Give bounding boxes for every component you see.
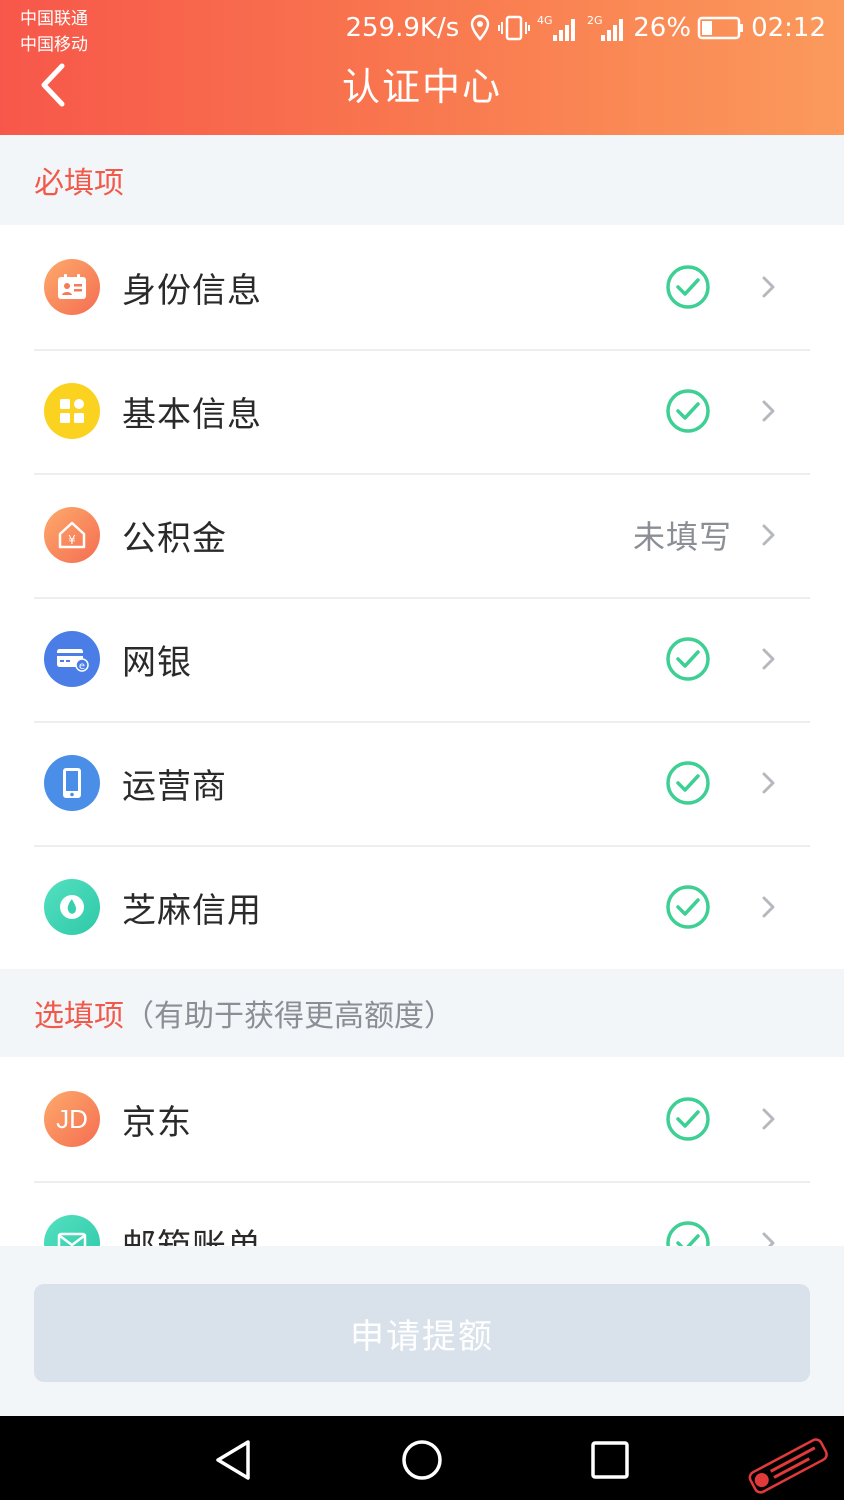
nav-home-icon[interactable]	[398, 1436, 446, 1484]
house-yuan-icon: ¥	[44, 507, 100, 563]
list-item-label: 身份信息	[122, 270, 262, 311]
vibrate-icon	[497, 14, 531, 42]
chevron-right-icon	[762, 1232, 775, 1246]
chevron-right-icon	[762, 1108, 775, 1130]
chevron-right-icon	[762, 648, 775, 670]
svg-text:e: e	[79, 661, 85, 672]
check-circle-icon	[666, 265, 710, 309]
required-section-header: 必填项	[0, 135, 844, 225]
phone-icon	[44, 755, 100, 811]
system-nav-bar	[0, 1416, 844, 1500]
app-header: 中国联通 中国移动 259.9K/s 4G 2G 26% 02:12 认证中心	[0, 0, 844, 135]
check-circle-icon	[666, 1221, 710, 1246]
required-list: 身份信息 基本信息 ¥ 公积金 未填写 e 网银 运营商 芝麻信用	[0, 225, 844, 969]
location-icon	[469, 14, 491, 42]
chevron-right-icon	[762, 400, 775, 422]
required-section-title: 必填项	[34, 166, 124, 201]
optional-list: JD 京东 邮箱账单	[0, 1057, 844, 1246]
bottom-action-bar: 申请提额	[0, 1246, 844, 1416]
check-circle-icon	[666, 761, 710, 805]
list-item-label: 公积金	[122, 518, 227, 559]
list-item-label: 京东	[122, 1102, 192, 1143]
jd-icon: JD	[44, 1091, 100, 1147]
id-card-icon	[44, 259, 100, 315]
optional-section-title: 选填项	[34, 999, 124, 1034]
svg-text:4G: 4G	[537, 14, 553, 27]
optional-section-hint: （有助于获得更高额度）	[124, 999, 454, 1034]
list-item-sesame-credit[interactable]: 芝麻信用	[0, 845, 844, 969]
carrier-1: 中国联通	[20, 9, 88, 29]
list-item-label: 芝麻信用	[122, 890, 262, 931]
list-item-label: 基本信息	[122, 394, 262, 435]
sesame-icon	[44, 879, 100, 935]
check-circle-icon	[666, 1097, 710, 1141]
page-title: 认证中心	[341, 65, 502, 109]
svg-text:2G: 2G	[587, 14, 603, 27]
apply-limit-increase-button[interactable]: 申请提额	[34, 1284, 810, 1382]
svg-text:¥: ¥	[68, 533, 76, 547]
chevron-right-icon	[762, 276, 775, 298]
list-item-email-bill[interactable]: 邮箱账单	[0, 1181, 844, 1246]
list-item-online-banking[interactable]: e 网银	[0, 597, 844, 721]
status-not-filled: 未填写	[632, 518, 732, 556]
jd-icon-text: JD	[56, 1103, 88, 1134]
bank-card-icon: e	[44, 631, 100, 687]
network-speed: 259.9K/s	[345, 13, 460, 43]
status-bar-right: 259.9K/s 4G 2G 26% 02:12	[345, 10, 826, 46]
signal-4g-icon: 4G	[537, 13, 581, 43]
chevron-right-icon	[762, 524, 775, 546]
battery-percent: 26%	[633, 13, 692, 43]
mail-icon	[44, 1215, 100, 1246]
nav-back-icon[interactable]	[210, 1436, 258, 1484]
list-item-housing-fund[interactable]: ¥ 公积金 未填写	[0, 473, 844, 597]
optional-section-header: 选填项 （有助于获得更高额度）	[0, 969, 844, 1057]
list-item-basic-info[interactable]: 基本信息	[0, 349, 844, 473]
list-item-label: 邮箱账单	[122, 1219, 262, 1247]
nav-recents-icon[interactable]	[586, 1436, 634, 1484]
carrier-info: 中国联通 中国移动	[20, 6, 88, 58]
watermark-logo-icon	[748, 1438, 828, 1494]
list-item-label: 运营商	[122, 766, 227, 807]
list-item-carrier[interactable]: 运营商	[0, 721, 844, 845]
carrier-2: 中国移动	[20, 35, 88, 55]
grid-icon	[44, 383, 100, 439]
check-circle-icon	[666, 389, 710, 433]
list-item-identity[interactable]: 身份信息	[0, 225, 844, 349]
chevron-right-icon	[762, 896, 775, 918]
signal-2g-icon: 2G	[587, 13, 627, 43]
chevron-right-icon	[762, 772, 775, 794]
list-item-jd[interactable]: JD 京东	[0, 1057, 844, 1181]
check-circle-icon	[666, 885, 710, 929]
clock: 02:12	[751, 13, 826, 43]
list-item-label: 网银	[122, 642, 192, 683]
battery-icon	[697, 15, 745, 41]
check-circle-icon	[666, 637, 710, 681]
